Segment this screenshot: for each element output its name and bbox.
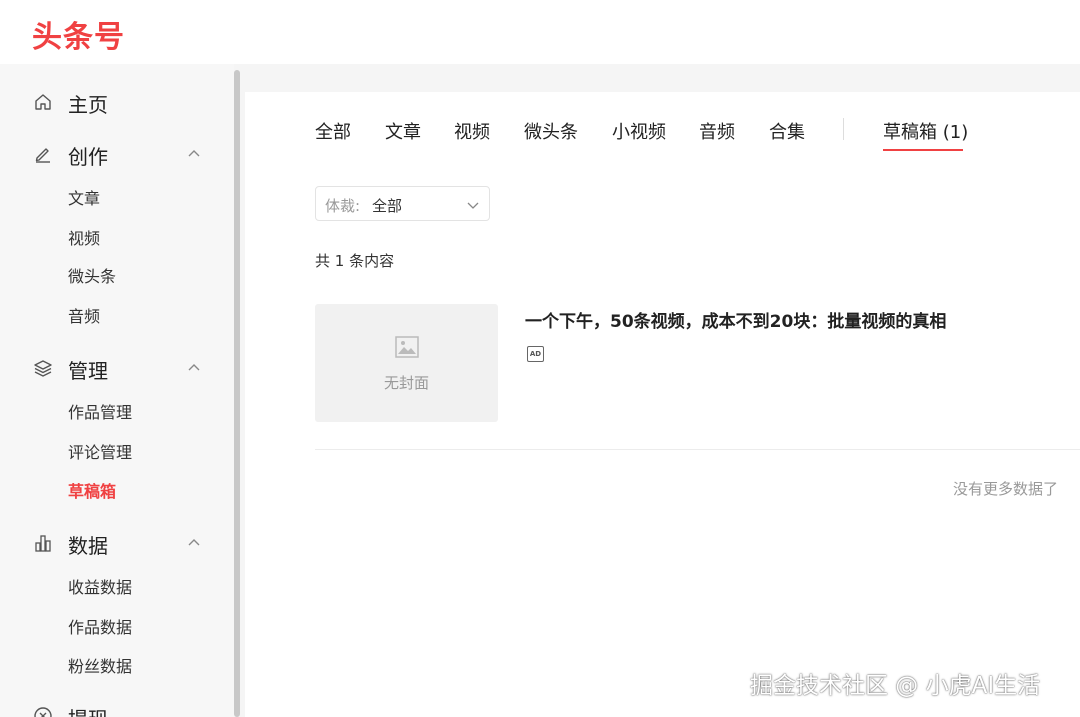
genre-filter-select[interactable]: 体裁: 全部 [315,186,490,221]
layers-icon [33,358,53,378]
sidebar-item-works-data[interactable]: 作品数据 [68,614,132,638]
chevron-up-icon[interactable] [186,360,202,376]
no-more-data-text: 没有更多数据了 [952,480,1058,498]
active-tab-indicator [883,149,963,151]
content-tabs: 全部 文章 视频 微头条 小视频 音频 合集 草稿箱 (1) [315,118,1075,158]
sidebar-group-label: 创作 [68,145,108,169]
filter-value: 全部 [372,197,403,215]
pen-icon [33,144,53,164]
tab-article[interactable]: 文章 [385,118,421,144]
sidebar-scrollbar[interactable] [234,70,240,717]
sidebar-group-create[interactable]: 创作 [0,134,234,174]
item-title[interactable]: 一个下午，50条视频，成本不到20块：批量视频的真相 [525,307,946,332]
tab-all[interactable]: 全部 [315,118,351,144]
tab-drafts[interactable]: 草稿箱 (1) [883,118,968,144]
bar-chart-icon [33,533,53,553]
main-panel: 全部 文章 视频 微头条 小视频 音频 合集 草稿箱 (1) 体裁: 全部 共 … [245,92,1080,717]
sidebar-item-fans-data[interactable]: 粉丝数据 [68,653,132,677]
sidebar-item-home[interactable]: 主页 [0,82,234,122]
sidebar-group-manage[interactable]: 管理 [0,348,234,388]
ad-badge: AD [527,346,544,362]
sidebar-group-withdraw[interactable]: 提现 [0,696,234,717]
top-header: 头条号 [0,0,1080,64]
chevron-down-icon [466,197,480,211]
sidebar-item-drafts[interactable]: 草稿箱 [68,478,116,502]
filter-label: 体裁: [325,197,361,215]
chevron-up-icon[interactable] [186,146,202,162]
sidebar-item-label: 主页 [68,93,108,117]
sidebar-item-comment-management[interactable]: 评论管理 [68,439,132,463]
toutiao-logo[interactable]: 头条号 [32,12,125,56]
sidebar-group-label: 提现 [68,703,108,717]
sidebar-item-audio[interactable]: 音频 [68,303,100,327]
list-item: 无封面 一个下午，50条视频，成本不到20块：批量视频的真相 AD [315,304,1080,450]
content-count: 共 1 条内容 [315,252,395,270]
tab-video[interactable]: 视频 [454,118,490,144]
chevron-up-icon[interactable] [186,535,202,551]
sidebar-item-article[interactable]: 文章 [68,185,100,209]
sidebar-item-revenue-data[interactable]: 收益数据 [68,574,132,598]
home-icon [33,92,53,112]
sidebar-group-label: 数据 [68,534,108,558]
sidebar-item-video[interactable]: 视频 [68,225,100,249]
tab-short-video[interactable]: 小视频 [612,118,666,144]
cover-placeholder[interactable]: 无封面 [315,304,498,422]
tab-micro-post[interactable]: 微头条 [524,118,578,144]
tab-audio[interactable]: 音频 [699,118,735,144]
sidebar: 主页 创作 文章 视频 微头条 音频 管理 作品管理 评论管理 草稿箱 数据 收… [0,64,234,717]
cover-placeholder-text: 无封面 [383,374,429,392]
tab-divider [843,118,844,140]
sidebar-item-works-management[interactable]: 作品管理 [68,399,132,423]
tab-collection[interactable]: 合集 [769,118,805,144]
sidebar-item-micro-post[interactable]: 微头条 [68,263,116,287]
watermark: 掘金技术社区 @ 小虎AI生活 [750,673,1041,699]
sidebar-group-data[interactable]: 数据 [0,523,234,563]
image-icon [395,336,419,358]
withdraw-icon [33,706,53,717]
sidebar-group-label: 管理 [68,359,108,383]
